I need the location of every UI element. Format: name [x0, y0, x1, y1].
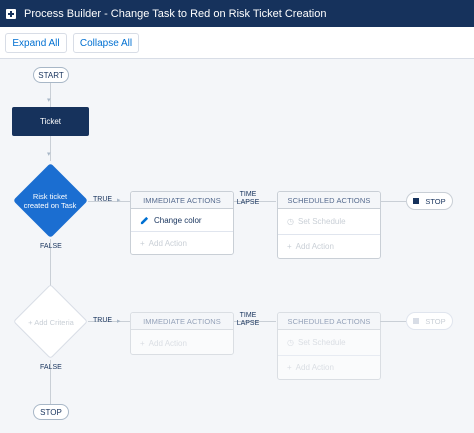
divider: [278, 234, 380, 235]
action-change-color[interactable]: Change color: [131, 211, 233, 229]
clock-icon: ◷: [287, 337, 294, 347]
start-node: START: [33, 67, 69, 83]
stop-icon: [413, 318, 420, 324]
set-schedule-label: Set Schedule: [297, 337, 346, 347]
add-action-button[interactable]: + Add Action: [278, 358, 380, 376]
page-title: Process Builder - Change Task to Red on …: [24, 7, 327, 20]
add-action-button[interactable]: + Add Action: [131, 334, 233, 352]
set-schedule-label: Set Schedule: [297, 216, 346, 226]
add-action-label: Add Action: [148, 338, 187, 348]
scheduled-actions-card: SCHEDULED ACTIONS ◷ Set Schedule + Add A…: [277, 312, 381, 380]
immediate-actions-header: IMMEDIATE ACTIONS: [131, 313, 233, 330]
clock-icon: ◷: [287, 216, 294, 226]
immediate-actions-card: IMMEDIATE ACTIONS + Add Action: [130, 312, 234, 355]
true-label: TRUE: [93, 317, 113, 324]
add-icon: +: [287, 362, 292, 372]
add-icon: +: [140, 238, 145, 248]
divider: [131, 231, 233, 232]
collapse-all-button[interactable]: Collapse All: [73, 33, 139, 53]
arrow-right-icon: ▸: [117, 197, 121, 204]
add-action-label: Add Action: [148, 238, 187, 248]
false-label: FALSE: [40, 364, 62, 371]
scheduled-actions-header: SCHEDULED ACTIONS: [278, 192, 380, 209]
time-lapse-label: TIME LAPSE: [236, 312, 260, 327]
add-icon: +: [287, 241, 292, 251]
set-schedule-button[interactable]: ◷ Set Schedule: [278, 333, 380, 351]
add-action-label: Add Action: [295, 241, 334, 251]
action-label: Change color: [154, 215, 202, 225]
stop-label: STOP: [425, 196, 446, 206]
criteria-label: Risk ticket created on Task: [23, 192, 77, 210]
scheduled-actions-header: SCHEDULED ACTIONS: [278, 313, 380, 330]
title-bar: Process Builder - Change Task to Red on …: [0, 0, 474, 27]
end-stop-node: STOP: [33, 404, 69, 420]
stop-node[interactable]: STOP: [406, 192, 453, 210]
add-icon: [6, 8, 16, 19]
chevron-down-icon: ▾: [47, 151, 51, 158]
toolbar: Expand All Collapse All: [0, 27, 474, 59]
trigger-node[interactable]: Ticket: [12, 107, 89, 136]
stop-icon: [413, 198, 420, 204]
add-icon: +: [140, 338, 145, 348]
connector-line: [380, 321, 406, 322]
immediate-actions-header: IMMEDIATE ACTIONS: [131, 192, 233, 209]
chevron-down-icon: ▾: [47, 97, 51, 104]
expand-all-button[interactable]: Expand All: [5, 33, 67, 53]
add-action-button[interactable]: + Add Action: [278, 237, 380, 255]
stop-node[interactable]: STOP: [406, 312, 453, 330]
arrow-right-icon: ▸: [117, 318, 121, 325]
set-schedule-button[interactable]: ◷ Set Schedule: [278, 212, 380, 230]
scheduled-actions-card: SCHEDULED ACTIONS ◷ Set Schedule + Add A…: [277, 191, 381, 259]
false-label: FALSE: [40, 243, 62, 250]
stop-label: STOP: [425, 316, 446, 326]
pencil-icon: [140, 216, 149, 224]
time-lapse-label: TIME LAPSE: [236, 191, 260, 206]
connector-line: [380, 201, 406, 202]
add-action-button[interactable]: + Add Action: [131, 234, 233, 252]
add-criteria-label: Add Criteria: [34, 318, 74, 327]
immediate-actions-card: IMMEDIATE ACTIONS Change color + Add Act…: [130, 191, 234, 255]
add-action-label: Add Action: [295, 362, 334, 372]
true-label: TRUE: [93, 196, 113, 203]
divider: [278, 355, 380, 356]
add-criteria-button[interactable]: + Add Criteria: [20, 318, 82, 327]
